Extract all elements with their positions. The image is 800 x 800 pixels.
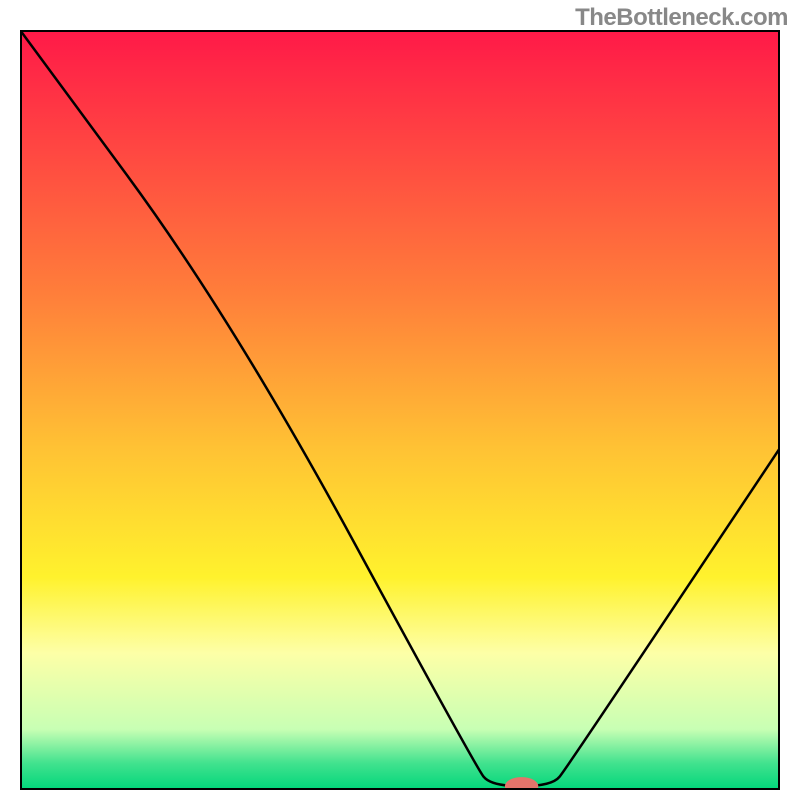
watermark-text: TheBottleneck.com <box>575 4 788 32</box>
chart-plot-area <box>20 30 780 790</box>
chart-svg <box>20 30 780 790</box>
gradient-background <box>20 30 780 790</box>
chart-container: TheBottleneck.com <box>0 0 800 800</box>
